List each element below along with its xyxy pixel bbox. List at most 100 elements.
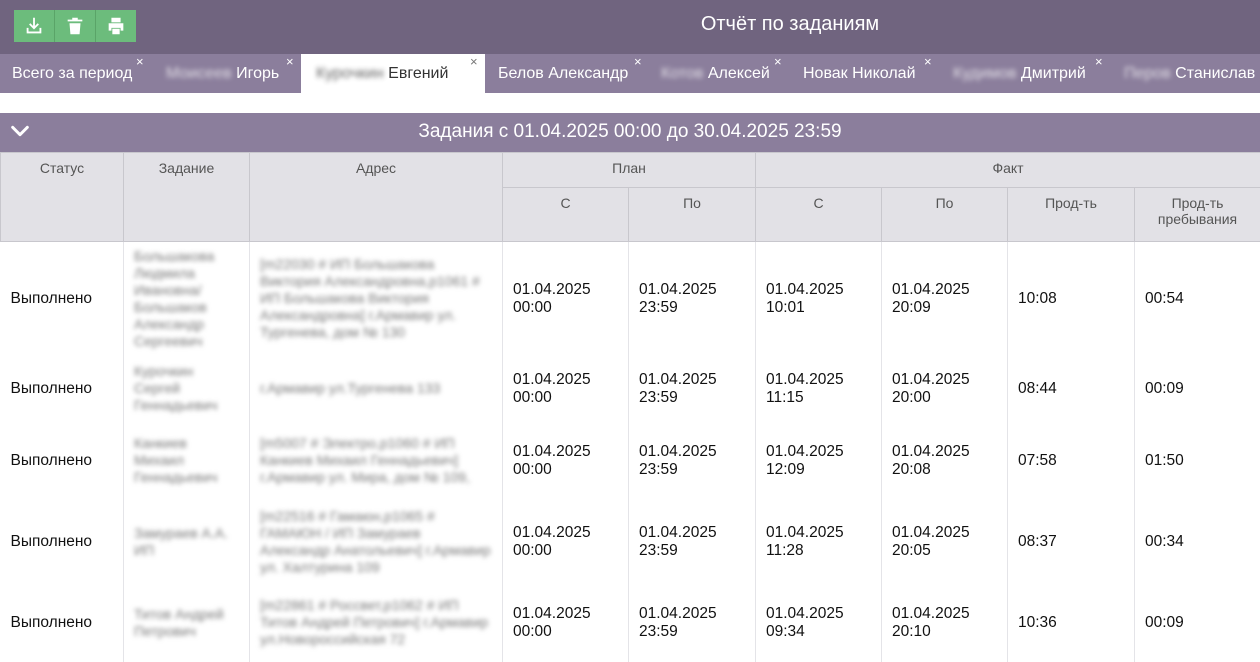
tab-employee[interactable]: Котов Алексей × <box>648 54 788 93</box>
tab-label: Всего за период <box>12 54 132 93</box>
table-body: ВыполненоБольшакова Людмила Ивановна/ Бо… <box>1 242 1260 662</box>
cell-fact-to: 01.04.2025 20:00 <box>882 356 1008 422</box>
column-header-fact-to[interactable]: По <box>882 188 1008 242</box>
cell-stay: 00:34 <box>1135 500 1260 584</box>
cell-plan-from: 01.04.2025 00:00 <box>503 422 629 500</box>
cell-address: [m22861 # Россвет,p1062 # ИП Титов Андре… <box>250 584 503 662</box>
print-icon <box>105 15 127 37</box>
cell-duration: 07:58 <box>1008 422 1135 500</box>
cell-stay: 00:09 <box>1135 356 1260 422</box>
tab-label: Алексей <box>708 65 770 82</box>
tab-label: Станислав <box>1175 65 1255 82</box>
table-row[interactable]: ВыполненоБольшакова Людмила Ивановна/ Бо… <box>1 242 1260 356</box>
cell-address: [m22030 # ИП Большакова Виктория Алексан… <box>250 242 503 356</box>
cell-address: г.Армавир ул.Тургенева 133 <box>250 356 503 422</box>
table-row[interactable]: ВыполненоЗамураев А.А. ИП[m22516 # Гамаю… <box>1 500 1260 584</box>
cell-fact-from: 01.04.2025 11:15 <box>756 356 882 422</box>
cell-stay: 01:50 <box>1135 422 1260 500</box>
download-icon <box>23 15 45 37</box>
cell-task: Титов Андрей Петрович <box>124 584 250 662</box>
tab-label: Дмитрий <box>1021 65 1086 82</box>
tab-close-icon[interactable]: × <box>634 54 642 81</box>
cell-plan-from: 01.04.2025 00:00 <box>503 500 629 584</box>
cell-fact-from: 01.04.2025 11:28 <box>756 500 882 584</box>
page-title: Отчёт по заданиям <box>600 13 980 36</box>
table-row[interactable]: ВыполненоКурочкин Сергей Геннадьевичг.Ар… <box>1 356 1260 422</box>
tab-close-icon[interactable]: × <box>286 54 294 81</box>
tab-blurred-surname: Котов <box>661 65 703 82</box>
app-header: Отчёт по заданиям <box>0 0 1260 54</box>
tab-total[interactable]: Всего за период × <box>0 54 150 93</box>
download-button[interactable] <box>14 10 55 42</box>
cell-fact-to: 01.04.2025 20:05 <box>882 500 1008 584</box>
delete-button[interactable] <box>55 10 96 42</box>
tab-bar: Всего за период × Моисеев Игорь × Курочк… <box>0 54 1260 93</box>
tab-blurred-surname: Курочкин <box>316 65 384 82</box>
cell-status: Выполнено <box>1 500 124 584</box>
column-group-fact: Факт <box>756 153 1260 188</box>
cell-plan-from: 01.04.2025 00:00 <box>503 356 629 422</box>
tab-close-icon[interactable]: × <box>924 54 932 81</box>
cell-duration: 08:44 <box>1008 356 1135 422</box>
tab-employee-active[interactable]: Курочкин Евгений × <box>301 54 485 93</box>
cell-stay: 00:54 <box>1135 242 1260 356</box>
column-header-plan-from[interactable]: С <box>503 188 629 242</box>
cell-status: Выполнено <box>1 422 124 500</box>
tasks-table: Статус Задание Адрес План Факт С По С По… <box>0 152 1260 662</box>
cell-fact-to: 01.04.2025 20:08 <box>882 422 1008 500</box>
cell-task: Канкиев Михаил Геннадьевич <box>124 422 250 500</box>
cell-stay: 00:09 <box>1135 584 1260 662</box>
table-row[interactable]: ВыполненоКанкиев Михаил Геннадьевич[m500… <box>1 422 1260 500</box>
column-group-plan: План <box>503 153 756 188</box>
cell-plan-to: 01.04.2025 23:59 <box>629 500 756 584</box>
column-header-status[interactable]: Статус <box>1 153 124 242</box>
cell-fact-from: 01.04.2025 10:01 <box>756 242 882 356</box>
tab-blurred-surname: Перов <box>1124 65 1171 82</box>
tab-label: Евгений <box>388 65 448 82</box>
cell-duration: 08:37 <box>1008 500 1135 584</box>
tab-close-icon[interactable]: × <box>470 54 478 81</box>
tab-label: Новак Николай <box>803 54 916 93</box>
table-row[interactable]: ВыполненоТитов Андрей Петрович[m22861 # … <box>1 584 1260 662</box>
column-header-fact-from[interactable]: С <box>756 188 882 242</box>
column-header-duration[interactable]: Прод-ть <box>1008 188 1135 242</box>
cell-task: Большакова Людмила Ивановна/ Большаков А… <box>124 242 250 356</box>
cell-fact-to: 01.04.2025 20:10 <box>882 584 1008 662</box>
tab-blurred-surname: Кудимов <box>953 65 1016 82</box>
tab-employee[interactable]: Новак Николай × <box>790 54 938 93</box>
cell-task: Замураев А.А. ИП <box>124 500 250 584</box>
cell-task: Курочкин Сергей Геннадьевич <box>124 356 250 422</box>
tab-label: Белов Александр <box>498 54 628 93</box>
cell-plan-to: 01.04.2025 23:59 <box>629 584 756 662</box>
cell-duration: 10:36 <box>1008 584 1135 662</box>
cell-fact-from: 01.04.2025 09:34 <box>756 584 882 662</box>
column-header-address[interactable]: Адрес <box>250 153 503 242</box>
tab-close-icon[interactable]: × <box>1095 54 1103 81</box>
cell-address: [m22516 # Гамаюн,p1065 # ГАМАЮН / ИП Зам… <box>250 500 503 584</box>
tab-employee[interactable]: Перов Станислав <box>1112 54 1260 93</box>
cell-address: [m5007 # Электро,p1060 # ИП Канкиев Миха… <box>250 422 503 500</box>
tab-employee[interactable]: Белов Александр × <box>486 54 646 93</box>
cell-plan-to: 01.04.2025 23:59 <box>629 242 756 356</box>
cell-fact-to: 01.04.2025 20:09 <box>882 242 1008 356</box>
tab-close-icon[interactable]: × <box>136 54 144 81</box>
print-button[interactable] <box>96 10 136 42</box>
cell-status: Выполнено <box>1 242 124 356</box>
trash-icon <box>64 15 86 37</box>
column-header-task[interactable]: Задание <box>124 153 250 242</box>
tab-close-icon[interactable]: × <box>774 54 782 81</box>
toolbar <box>14 10 136 42</box>
tab-blurred-surname: Моисеев <box>166 65 232 82</box>
cell-fact-from: 01.04.2025 12:09 <box>756 422 882 500</box>
cell-plan-to: 01.04.2025 23:59 <box>629 356 756 422</box>
tab-label: Игорь <box>236 65 279 82</box>
column-header-plan-to[interactable]: По <box>629 188 756 242</box>
cell-plan-from: 01.04.2025 00:00 <box>503 584 629 662</box>
tab-employee[interactable]: Кудимов Дмитрий × <box>940 54 1110 93</box>
cell-status: Выполнено <box>1 584 124 662</box>
tab-employee[interactable]: Моисеев Игорь × <box>155 54 300 93</box>
column-header-stay[interactable]: Прод-ть пребывания <box>1135 188 1260 242</box>
section-title: Задания с 01.04.2025 00:00 до 30.04.2025… <box>0 121 1260 143</box>
tasks-section-header: Задания с 01.04.2025 00:00 до 30.04.2025… <box>0 113 1260 152</box>
cell-duration: 10:08 <box>1008 242 1135 356</box>
